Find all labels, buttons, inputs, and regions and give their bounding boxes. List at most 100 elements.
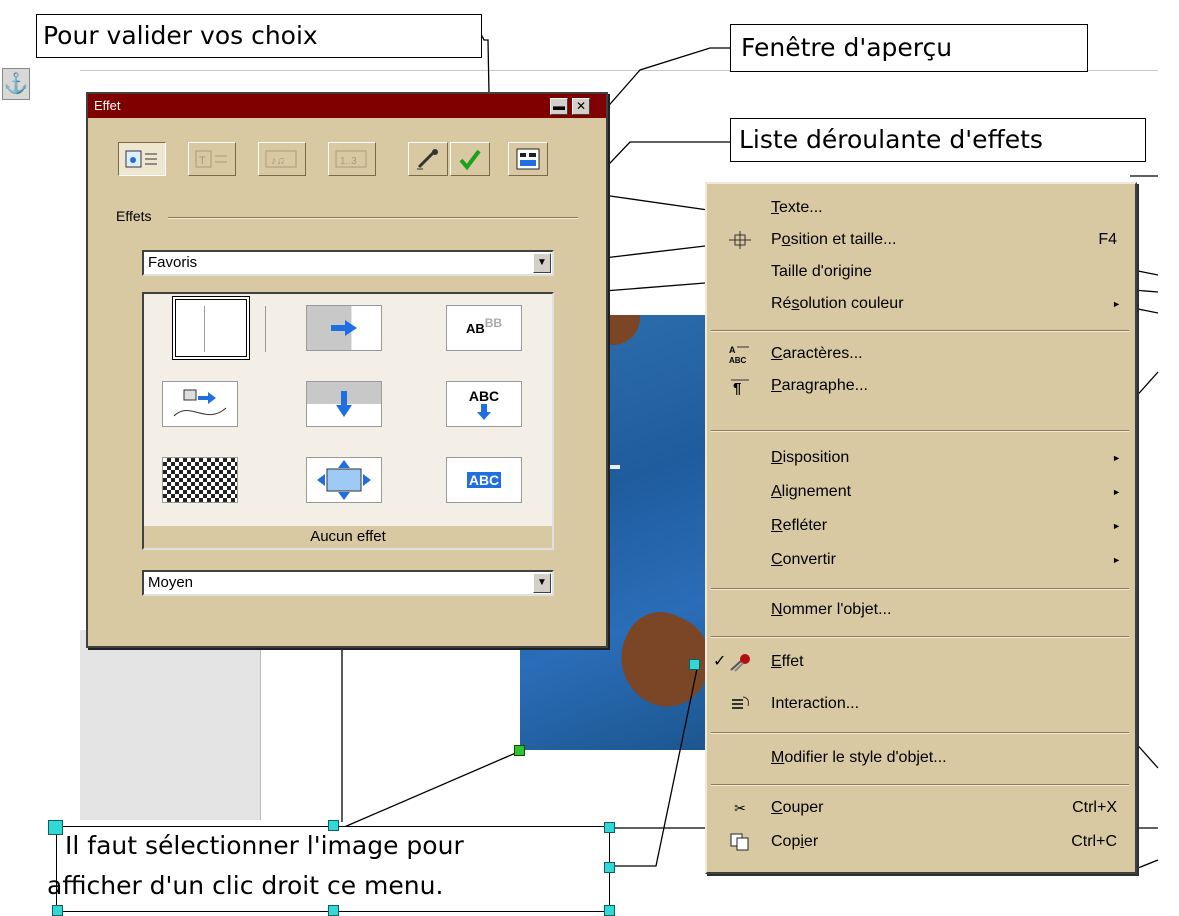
submenu-arrow-icon: ► (1112, 299, 1121, 309)
svg-text:1..3: 1..3 (340, 156, 357, 167)
svg-text:¶: ¶ (733, 380, 741, 396)
text-box-handle[interactable] (328, 905, 339, 916)
menu-item-label: Nommer l'objet... (771, 601, 892, 618)
menu-item-couper[interactable]: ✂ Couper Ctrl+X (707, 792, 1135, 824)
order-effects-tab-icon: 1..3 (335, 150, 367, 168)
svg-text:ABC: ABC (729, 356, 747, 364)
effect-cell[interactable]: AB BB (434, 300, 534, 356)
menu-item-position-taille[interactable]: Position et taille... F4 (707, 224, 1135, 256)
rotation-handle[interactable] (514, 745, 525, 756)
text-effects-tab-button[interactable]: T (188, 142, 236, 176)
text-fade-icon: AB BB (446, 305, 522, 351)
pipette-icon (417, 149, 438, 170)
effect-cell[interactable] (294, 376, 394, 432)
menu-item-label: Disposition (771, 449, 850, 466)
pipette-button[interactable] (408, 142, 448, 176)
dialog-titlebar[interactable]: Effet ▬ ✕ (88, 94, 606, 118)
dialog-title: Effet (94, 98, 121, 113)
menu-item-taille-origine[interactable]: Taille d'origine (707, 256, 1135, 288)
check-icon: ✓ (713, 653, 727, 670)
text-box-handle[interactable] (604, 862, 615, 873)
preview-window-button[interactable] (508, 142, 548, 176)
text-expand-icon: ABC (446, 457, 522, 503)
menu-item-disposition[interactable]: Disposition ► (707, 442, 1135, 474)
apply-button[interactable] (450, 142, 490, 176)
svg-text:♪♫: ♪♫ (271, 155, 285, 167)
effects-gallery: AB BB ABC ABC Aucun effet (142, 292, 554, 550)
text-box-handle[interactable] (328, 820, 339, 831)
group-divider (168, 217, 578, 219)
menu-separator (711, 732, 1129, 734)
effect-cell[interactable]: ABC (434, 452, 534, 508)
text-box-handle[interactable] (604, 905, 615, 916)
menu-item-label: Alignement (771, 483, 852, 500)
effect-category-select[interactable]: Favoris ▼ (142, 250, 554, 276)
position-size-icon (729, 230, 751, 250)
preview-window-icon (516, 148, 540, 170)
callout-instruction: Il faut sélectionner l'image pour affich… (47, 826, 610, 912)
submenu-arrow-icon: ► (1112, 453, 1121, 463)
text-fly-down-icon: ABC (446, 381, 522, 427)
menu-item-texte[interactable]: Texte... (707, 192, 1135, 224)
menu-item-label: Caractères... (771, 345, 863, 362)
effect-none-cell[interactable] (150, 296, 266, 360)
menu-item-refleter[interactable]: Refléter ► (707, 510, 1135, 542)
menu-item-shortcut: F4 (1098, 231, 1117, 248)
paragraph-icon: ¶ (729, 376, 751, 396)
effect-cell[interactable] (150, 452, 250, 508)
menu-item-label: Interaction... (771, 695, 860, 712)
no-effect-icon (172, 296, 266, 360)
submenu-arrow-icon: ► (1112, 555, 1121, 565)
menu-item-caracteres[interactable]: A ABC Caractères... (707, 338, 1135, 370)
menu-item-label: Copier (771, 833, 819, 850)
text-box-handle[interactable] (52, 905, 63, 916)
effect-cell[interactable] (150, 376, 250, 432)
close-button[interactable]: ✕ (572, 98, 590, 115)
svg-text:T: T (199, 155, 206, 167)
expand-icon (306, 457, 382, 503)
effect-cell[interactable]: ABC (434, 376, 534, 432)
menu-item-convertir[interactable]: Convertir ► (707, 544, 1135, 576)
chevron-down-icon[interactable]: ▼ (533, 253, 551, 273)
text-box-handle[interactable] (48, 820, 63, 835)
menu-item-shortcut: Ctrl+X (1072, 799, 1117, 816)
minimize-button[interactable]: ▬ (550, 98, 568, 115)
text-box-handle[interactable] (604, 822, 615, 833)
dissolve-icon (162, 457, 238, 503)
fly-in-right-icon (306, 305, 382, 351)
menu-item-alignement[interactable]: Alignement ► (707, 476, 1135, 508)
menu-item-label: Couper (771, 799, 824, 816)
order-effects-tab-button[interactable]: 1..3 (328, 142, 376, 176)
menu-item-label: Taille d'origine (771, 263, 872, 280)
submenu-arrow-icon: ► (1112, 521, 1121, 531)
menu-item-modifier-style[interactable]: Modifier le style d'objet... (707, 742, 1135, 774)
callout-preview: Fenêtre d'aperçu (730, 24, 1088, 72)
menu-item-label: Effet (771, 653, 804, 670)
effect-speed-select[interactable]: Moyen ▼ (142, 570, 554, 596)
menu-item-interaction[interactable]: Interaction... (707, 688, 1135, 720)
sound-effects-tab-button[interactable]: ♪♫ (258, 142, 306, 176)
instruction-line-2: afficher d'un clic droit ce menu. (47, 871, 444, 900)
effects-tab-button[interactable] (118, 142, 166, 176)
svg-text:A: A (729, 345, 736, 355)
submenu-arrow-icon: ► (1112, 487, 1121, 497)
effect-cell[interactable] (294, 452, 394, 508)
effect-speed-value: Moyen (148, 574, 194, 591)
menu-item-resolution-couleur[interactable]: Résolution couleur ► (707, 288, 1135, 320)
scissors-icon: ✂ (734, 800, 746, 816)
context-menu: Texte... Position et taille... F4 Taille… (705, 182, 1137, 874)
menu-item-label: Modifier le style d'objet... (771, 749, 947, 766)
selected-effect-name: Aucun effet (144, 526, 552, 548)
apply-checkmark-icon (459, 149, 481, 171)
menu-item-label: Position et taille... (771, 231, 897, 248)
chevron-down-icon[interactable]: ▼ (533, 573, 551, 593)
effect-cell[interactable] (294, 300, 394, 356)
effect-category-value: Favoris (148, 254, 198, 271)
menu-item-paragraphe[interactable]: ¶ Paragraphe... (707, 370, 1135, 402)
menu-item-copier[interactable]: Copier Ctrl+C (707, 826, 1135, 858)
selection-handle[interactable] (689, 659, 700, 670)
menu-item-effet[interactable]: ✓ Effet (707, 646, 1135, 678)
menu-separator (711, 330, 1129, 332)
menu-item-nommer-objet[interactable]: Nommer l'objet... (707, 594, 1135, 626)
effect-comet-icon (729, 652, 751, 672)
